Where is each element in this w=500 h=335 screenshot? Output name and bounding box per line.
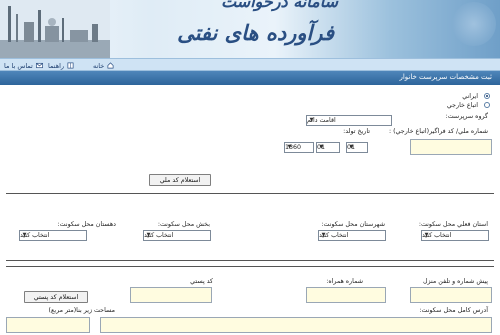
chevron-down-icon: ▼ [321, 232, 326, 238]
mobile-input[interactable] [306, 287, 386, 303]
national-id-label: شماره ملي/ كد فراگير(اتباع خارجي) : [388, 128, 488, 135]
area-input[interactable] [6, 317, 90, 333]
refinery-image [0, 0, 110, 58]
nav-help-link[interactable]: راهنما [48, 60, 74, 71]
postal-code-input[interactable] [130, 287, 212, 303]
radio-iranian-label: ايراني [462, 93, 478, 100]
book-icon [67, 62, 74, 69]
province-label: استان فعلي محل سكونت: [418, 221, 488, 228]
envelope-icon [35, 62, 43, 69]
district-select[interactable]: ▼ انتخاب كنيد [143, 230, 211, 241]
postal-code-label: كد پستي [190, 278, 213, 285]
divider-3 [6, 266, 494, 267]
app-title: سامانه درخواست فرآورده های نفتی [150, 0, 340, 58]
nav-home-label: خانه [93, 61, 105, 70]
radio-foreign[interactable] [484, 102, 490, 108]
section-title: ثبت مشخصات سرپرست خانوار [399, 73, 492, 81]
chevron-down-icon: ▼ [287, 144, 292, 150]
rural-label: دهستان محل سكونت: [57, 221, 116, 228]
national-id-inquiry-button[interactable]: استعلام كد ملي [149, 174, 211, 186]
nav-bar: تماس با ما راهنما خانه [0, 58, 500, 71]
national-id-input[interactable] [410, 139, 492, 155]
birth-month-select[interactable]: ▼ 01 [316, 142, 340, 153]
province-select[interactable]: ▼ انتخاب كنيد [421, 230, 489, 241]
birth-date-label: تاريخ تولد: [343, 128, 370, 135]
emblem-logo [452, 2, 496, 46]
mobile-label: شماره همراه: [326, 278, 363, 285]
nav-contact-link[interactable]: تماس با ما [4, 60, 43, 71]
nav-help-label: راهنما [48, 61, 65, 70]
nav-contact-label: تماس با ما [4, 61, 33, 70]
app-title-line1: سامانه درخواست [221, 0, 338, 11]
section-header: ثبت مشخصات سرپرست خانوار [0, 71, 500, 85]
header-banner: سامانه درخواست فرآورده های نفتی [0, 0, 500, 58]
divider-2 [6, 260, 494, 261]
area-label: مساحت زير بنا(متر مربع) [48, 307, 115, 314]
county-label: شهرستان محل سكونت: [321, 221, 385, 228]
rural-select[interactable]: ▼ انتخاب كنيد [19, 230, 87, 241]
house-icon [107, 62, 114, 69]
chevron-down-icon: ▼ [424, 232, 429, 238]
nav-home-link[interactable]: خانه [93, 60, 114, 71]
home-phone-input[interactable] [410, 287, 492, 303]
radio-foreign-label: اتباع خارجي [446, 102, 478, 109]
chevron-down-icon: ▼ [146, 232, 151, 238]
home-phone-label: پيش شماره و تلفن منزل [422, 278, 488, 285]
app-title-line2: فرآورده های نفتی [177, 20, 334, 45]
chevron-down-icon: ▼ [309, 117, 314, 123]
postal-code-inquiry-button[interactable]: استعلام كد پستي [24, 291, 88, 303]
chevron-down-icon: ▼ [319, 144, 324, 150]
birth-day-select[interactable]: ▼ 01 [346, 142, 368, 153]
group-select[interactable]: ▼ اقامت دائم [306, 115, 392, 126]
chevron-down-icon: ▼ [349, 144, 354, 150]
divider-1 [6, 193, 494, 194]
address-input[interactable] [100, 317, 492, 333]
chevron-down-icon: ▼ [22, 232, 27, 238]
district-label: بخش محل سكونت: [157, 221, 210, 228]
birth-year-select[interactable]: ▼ 1360 [284, 142, 314, 153]
county-select[interactable]: ▼ انتخاب كنيد [318, 230, 386, 241]
address-label: آدرس كامل محل سكونت: [419, 307, 488, 314]
radio-iranian[interactable] [484, 93, 490, 99]
group-label: گروه سرپرست: [445, 113, 488, 120]
